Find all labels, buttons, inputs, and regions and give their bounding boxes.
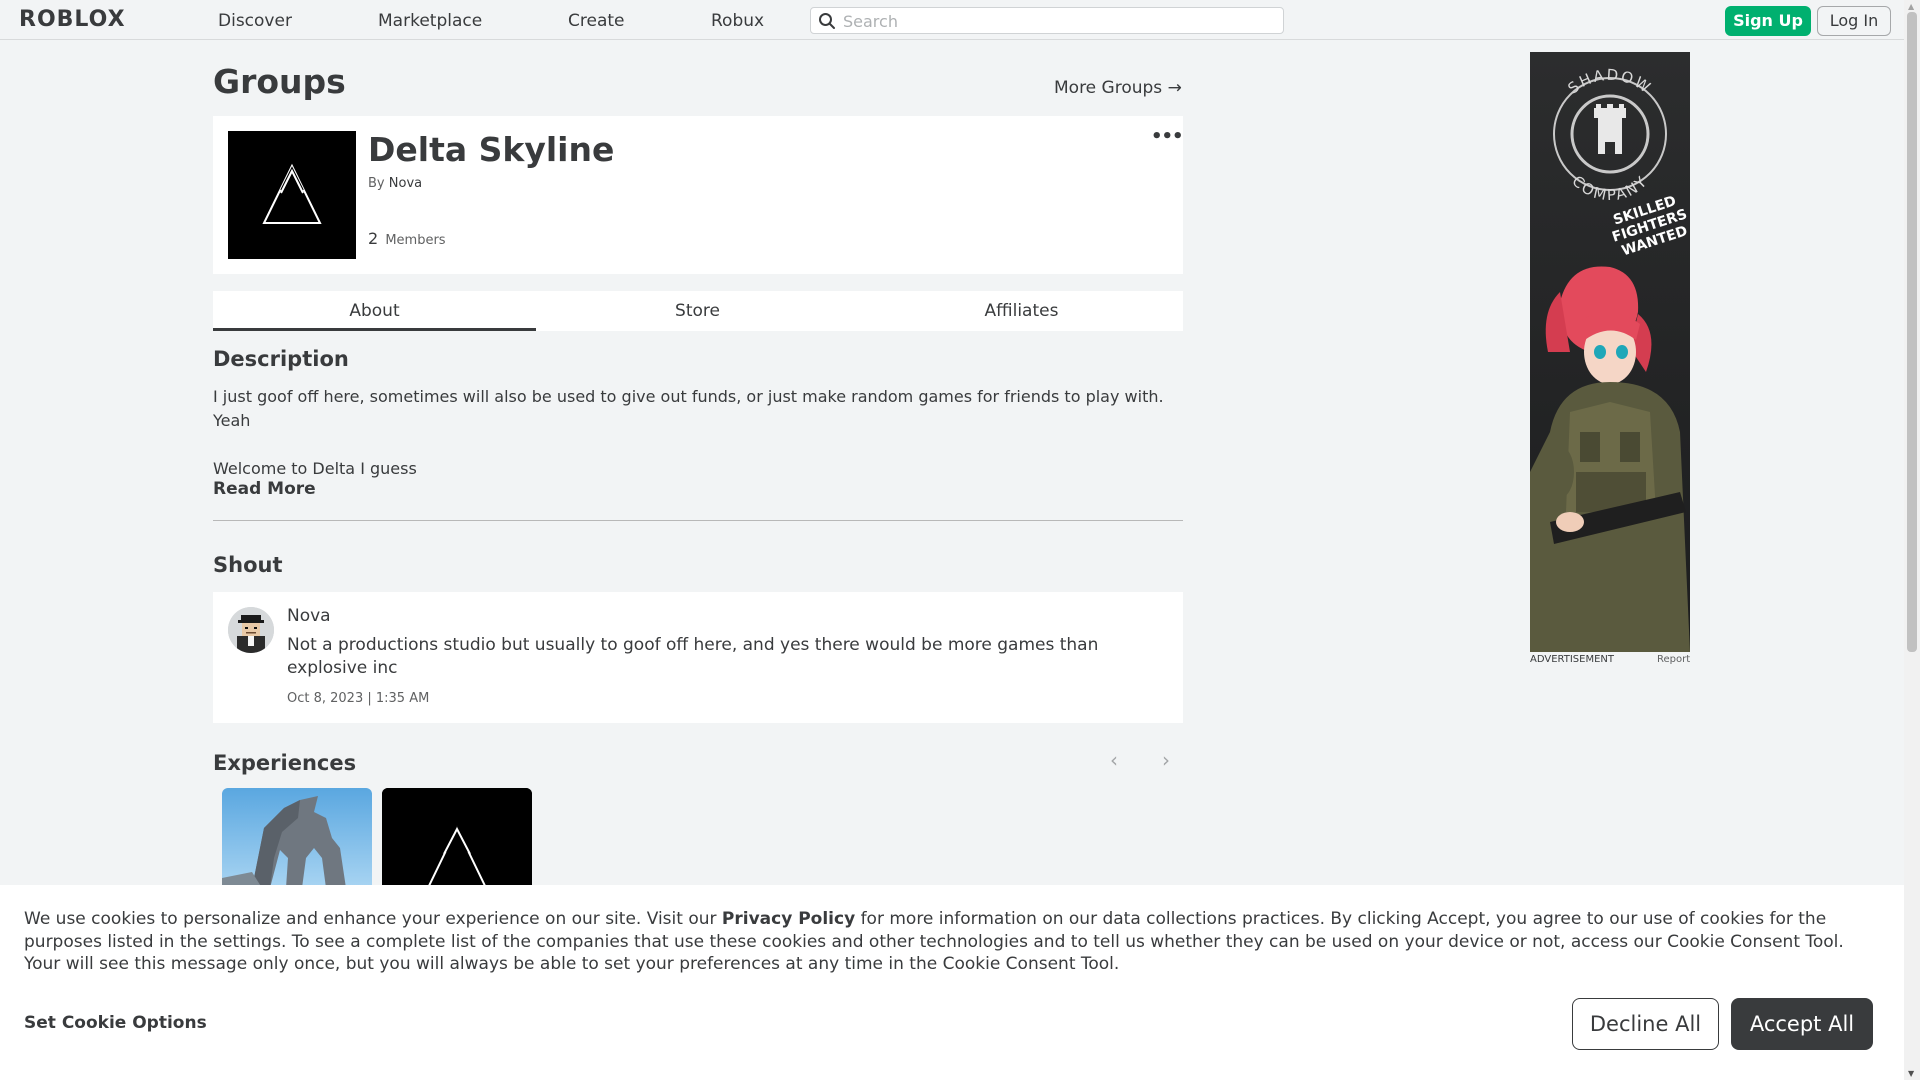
group-header-card: Delta Skyline By Nova 2 Members ••• — [213, 116, 1184, 274]
more-options-icon[interactable]: ••• — [1151, 126, 1184, 147]
page-scrollbar[interactable]: ▲ ▼ — [1904, 0, 1920, 1080]
roblox-logo[interactable]: ROBLOX — [19, 7, 126, 32]
chevron-right-icon[interactable]: › — [1162, 748, 1170, 772]
avatar[interactable] — [228, 607, 274, 653]
member-count: 2 Members — [368, 229, 446, 248]
group-owner: By Nova — [368, 176, 422, 191]
scroll-up-icon[interactable]: ▲ — [1908, 2, 1914, 11]
description-title: Description — [213, 347, 349, 371]
decline-all-button[interactable]: Decline All — [1572, 998, 1719, 1050]
nav-robux[interactable]: Robux — [711, 11, 764, 31]
scroll-down-icon[interactable]: ▼ — [1908, 1069, 1914, 1078]
owner-prefix: By — [368, 176, 385, 191]
read-more-link[interactable]: Read More — [213, 479, 316, 499]
owner-link[interactable]: Nova — [389, 176, 422, 191]
nav-discover[interactable]: Discover — [218, 11, 292, 31]
cookie-banner: We use cookies to personalize and enhanc… — [0, 885, 1904, 1080]
description-line-1: I just goof off here, sometimes will als… — [213, 387, 1164, 430]
set-cookie-options-link[interactable]: Set Cookie Options — [24, 1013, 207, 1033]
chevron-left-icon[interactable]: ‹ — [1110, 748, 1118, 772]
description-line-2: Welcome to Delta I guess — [213, 459, 417, 478]
nav-create[interactable]: Create — [568, 11, 625, 31]
shout-card: Nova Not a productions studio but usuall… — [213, 592, 1183, 723]
advertisement[interactable]: SHADOW COMPANY SKILLED FIGHTERS WANTED — [1530, 52, 1690, 652]
search-box[interactable] — [810, 7, 1284, 34]
group-name: Delta Skyline — [368, 130, 615, 169]
top-nav: ROBLOX Discover Marketplace Create Robux… — [0, 0, 1904, 40]
scrollbar-thumb[interactable] — [1907, 12, 1917, 652]
cookie-text-before: We use cookies to personalize and enhanc… — [24, 909, 722, 929]
description-text: I just goof off here, sometimes will als… — [213, 385, 1183, 481]
tab-affiliates[interactable]: Affiliates — [860, 291, 1183, 331]
shout-author[interactable]: Nova — [287, 606, 331, 626]
member-count-value: 2 — [368, 229, 379, 248]
experience-thumbnail[interactable] — [222, 788, 372, 888]
page-title: Groups — [213, 62, 346, 101]
triangle-logo-icon — [382, 788, 532, 888]
cookie-message: We use cookies to personalize and enhanc… — [24, 908, 1884, 976]
ad-report-link[interactable]: Report — [1657, 654, 1690, 665]
shout-message: Not a productions studio but usually to … — [287, 635, 1099, 678]
tab-store[interactable]: Store — [536, 291, 859, 331]
login-button[interactable]: Log In — [1817, 6, 1891, 36]
shout-timestamp: Oct 8, 2023 | 1:35 AM — [287, 691, 430, 706]
privacy-policy-link[interactable]: Privacy Policy — [722, 909, 855, 929]
ad-label: ADVERTISEMENT — [1530, 654, 1615, 665]
rock-arch-thumbnail — [222, 788, 372, 888]
experiences-title: Experiences — [213, 751, 357, 775]
divider — [213, 520, 1183, 521]
member-count-label: Members — [385, 233, 446, 248]
more-groups-link[interactable]: More Groups → — [1054, 78, 1182, 98]
signup-button[interactable]: Sign Up — [1725, 6, 1811, 36]
experience-thumbnail[interactable] — [382, 788, 532, 888]
triangle-logo-icon — [262, 163, 322, 224]
search-input[interactable] — [843, 11, 1273, 31]
nav-marketplace[interactable]: Marketplace — [378, 11, 482, 31]
tab-about[interactable]: About — [213, 291, 536, 331]
accept-all-button[interactable]: Accept All — [1731, 998, 1873, 1050]
shout-title: Shout — [213, 553, 283, 577]
avatar-icon — [228, 607, 274, 653]
search-icon — [819, 13, 835, 29]
group-tabs: About Store Affiliates — [213, 291, 1183, 331]
group-emblem[interactable] — [228, 131, 356, 259]
ad-banner-image: SHADOW COMPANY SKILLED FIGHTERS WANTED — [1530, 52, 1690, 652]
